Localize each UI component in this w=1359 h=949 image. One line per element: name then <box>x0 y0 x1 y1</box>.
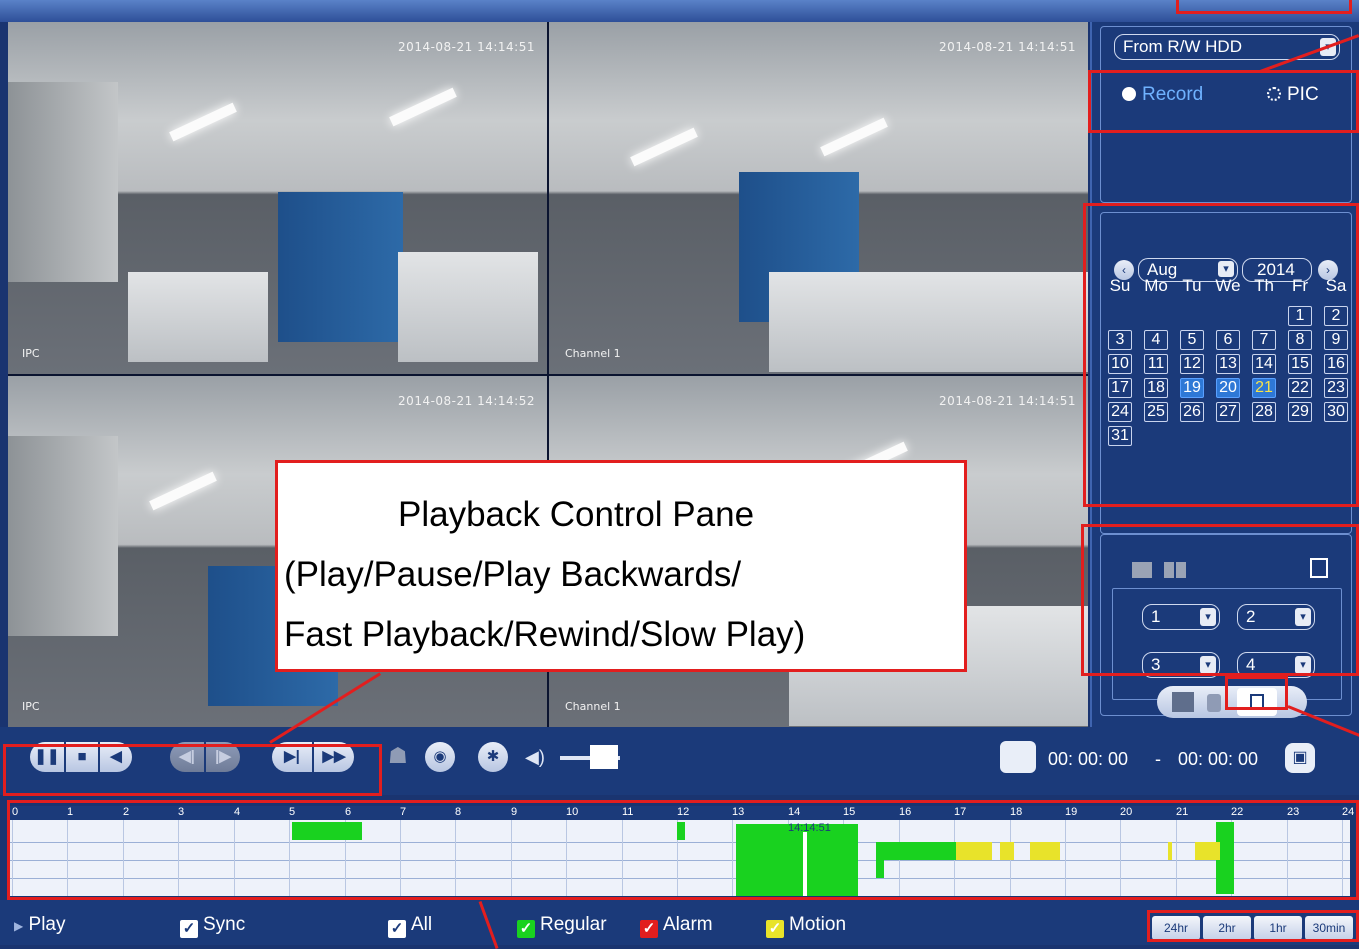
source-select-value: From R/W HDD <box>1123 37 1242 56</box>
channel-label: Channel 1 <box>565 700 621 713</box>
clip-time-separator: - <box>1155 749 1161 769</box>
pin-icon[interactable]: ✱ <box>478 742 508 772</box>
save-icon[interactable]: ▣ <box>1285 743 1315 773</box>
callout-line-3: Fast Playback/Rewind/Slow Play) <box>284 615 806 654</box>
checkbox-checked-icon: ✓ <box>517 920 535 938</box>
checkbox-checked-icon: ✓ <box>640 920 658 938</box>
annotation-box <box>1176 0 1352 14</box>
motion-label: Motion <box>789 914 847 935</box>
alarm-checkbox[interactable]: ✓ Alarm <box>640 914 713 938</box>
video-timestamp: 2014-08-21 14:14:51 <box>398 40 535 54</box>
regular-checkbox[interactable]: ✓ Regular <box>517 914 607 938</box>
smart-search-icon[interactable] <box>1172 692 1194 712</box>
annotation-box <box>1225 676 1288 710</box>
video-timestamp: 2014-08-21 14:14:51 <box>939 40 1076 54</box>
volume-icon[interactable]: ◀) <box>525 747 545 768</box>
mark-icon[interactable] <box>1207 694 1221 712</box>
annotation-box <box>3 744 382 796</box>
play-label: Play <box>28 914 66 935</box>
smart-search-person-icon[interactable]: ☗ <box>388 743 408 773</box>
top-bar <box>0 0 1359 22</box>
all-checkbox[interactable]: ✓ All <box>388 914 432 938</box>
checkbox-checked-icon: ✓ <box>180 920 198 938</box>
checkbox-checked-icon: ✓ <box>766 920 784 938</box>
channel-label: IPC <box>22 700 40 713</box>
motion-checkbox[interactable]: ✓ Motion <box>766 914 846 938</box>
volume-slider-handle[interactable] <box>590 745 618 769</box>
playback-control-callout: Playback Control Pane (Play/Pause/Play B… <box>275 460 967 672</box>
annotation-box <box>1088 70 1359 133</box>
annotation-box <box>1083 203 1359 507</box>
alarm-label: Alarm <box>663 914 713 935</box>
channel-label: IPC <box>22 347 40 360</box>
snapshot-icon[interactable]: ◉ <box>425 742 455 772</box>
video-tile-2[interactable]: 2014-08-21 14:14:51 Channel 1 <box>549 22 1088 374</box>
callout-title: Playback Control Pane <box>398 495 755 534</box>
channel-label: Channel 1 <box>565 347 621 360</box>
annotation-box <box>7 800 1359 900</box>
regular-label: Regular <box>540 914 607 935</box>
clip-icon[interactable] <box>1000 741 1036 773</box>
play-label-item: ▶ Play <box>14 914 65 936</box>
annotation-box <box>1081 524 1359 676</box>
video-timestamp: 2014-08-21 14:14:51 <box>939 394 1076 408</box>
play-indicator-icon: ▶ <box>14 919 24 933</box>
sync-checkbox[interactable]: ✓ Sync <box>180 914 245 938</box>
video-timestamp: 2014-08-21 14:14:52 <box>398 394 535 408</box>
clip-start-time: 00: 00: 00 <box>1048 749 1129 769</box>
sync-label: Sync <box>203 914 246 935</box>
clip-end-time: 00: 00: 00 <box>1178 749 1259 769</box>
callout-line-2: (Play/Pause/Play Backwards/ <box>284 555 742 594</box>
checkbox-checked-icon: ✓ <box>388 920 406 938</box>
video-tile-1[interactable]: 2014-08-21 14:14:51 IPC <box>8 22 547 374</box>
all-label: All <box>411 914 433 935</box>
annotation-box <box>1147 910 1359 942</box>
